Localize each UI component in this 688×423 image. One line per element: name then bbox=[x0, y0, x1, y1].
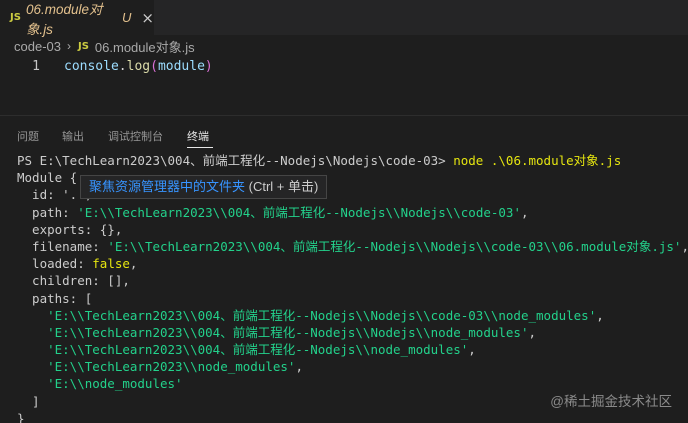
terminal-string: 'E:\\TechLearn2023\\004、前端工程化--Nodejs\\N… bbox=[17, 324, 529, 340]
terminal-comma: , bbox=[520, 204, 529, 220]
code-token-dot: . bbox=[118, 59, 127, 74]
tab-terminal[interactable]: 终端 bbox=[187, 128, 209, 144]
watermark: @稀土掘金技术社区 bbox=[550, 394, 672, 409]
tab-debug-console[interactable]: 调试控制台 bbox=[108, 128, 163, 144]
bottom-panel: 问题 输出 调试控制台 终端 PS E:\TechLearn2023\004、前… bbox=[0, 115, 688, 423]
terminal-line: PS E:\TechLearn2023\004、前端工程化--Nodejs\No… bbox=[17, 152, 688, 169]
editor-tab-bar: JS 06.module对象.js U × bbox=[0, 0, 688, 37]
terminal-line: 'E:\\TechLearn2023\\node_modules', bbox=[17, 358, 688, 375]
javascript-file-icon: JS bbox=[10, 12, 21, 23]
terminal-string: 'E:\\TechLearn2023\\004、前端工程化--Nodejs\\N… bbox=[107, 238, 682, 254]
code-content: console.log(module) bbox=[64, 57, 213, 76]
terminal-comma: , bbox=[295, 359, 303, 375]
terminal-line: children: [], bbox=[17, 273, 130, 289]
terminal-string: 'E:\\TechLearn2023\\node_modules' bbox=[17, 359, 296, 375]
code-token-close-paren: ) bbox=[204, 59, 213, 74]
line-number: 1 bbox=[32, 59, 40, 74]
code-token-method: log bbox=[126, 59, 151, 74]
breadcrumb: code-03 › JS 06.module对象.js bbox=[0, 35, 688, 57]
tab-problems[interactable]: 问题 bbox=[17, 128, 39, 144]
code-line[interactable]: 1 console.log(module) bbox=[0, 57, 688, 76]
terminal-key: path: bbox=[17, 204, 78, 220]
tab-06-module-js[interactable]: JS 06.module对象.js U × bbox=[0, 0, 154, 37]
terminal-comma: , bbox=[129, 256, 138, 272]
terminal-boolean: false bbox=[92, 256, 130, 272]
code-token-arg: module bbox=[157, 59, 205, 74]
panel-tabs: 问题 输出 调试控制台 终端 bbox=[0, 116, 688, 151]
breadcrumb-file[interactable]: 06.module对象.js bbox=[95, 37, 195, 56]
terminal-comma: , bbox=[681, 239, 688, 254]
code-token-object: console bbox=[64, 59, 119, 74]
terminal-line: 'E:\\TechLearn2023\\004、前端工程化--Nodejs\\N… bbox=[17, 307, 688, 324]
hover-tooltip: 聚焦资源管理器中的文件夹 (Ctrl + 单击) bbox=[80, 175, 328, 199]
tab-title: 06.module对象.js bbox=[25, 1, 103, 37]
terminal-line: } bbox=[17, 410, 25, 423]
terminal-line: path: 'E:\\TechLearn2023\\004、前端工程化--Nod… bbox=[17, 204, 688, 221]
terminal-prompt: PS E:\TechLearn2023\004、前端工程化--Nodejs\No… bbox=[17, 153, 454, 168]
tooltip-shortcut-hint: (Ctrl + 单击) bbox=[245, 179, 319, 194]
javascript-file-icon: JS bbox=[77, 40, 89, 52]
chevron-right-icon: › bbox=[66, 39, 71, 53]
breadcrumb-folder[interactable]: code-03 bbox=[14, 39, 61, 54]
active-tab-indicator bbox=[187, 147, 213, 148]
terminal-key: loaded: bbox=[17, 256, 93, 272]
terminal-comma: , bbox=[528, 324, 537, 340]
terminal-line: loaded: false, bbox=[17, 255, 688, 272]
untracked-marker: U bbox=[122, 10, 132, 25]
terminal-line: exports: {}, bbox=[17, 221, 123, 237]
terminal-comma: , bbox=[596, 307, 604, 323]
focus-folder-link[interactable]: 聚焦资源管理器中的文件夹 bbox=[89, 179, 245, 194]
terminal-command: node .\06.module对象.js bbox=[453, 153, 622, 168]
tab-output[interactable]: 输出 bbox=[62, 128, 84, 144]
terminal-line: 'E:\\TechLearn2023\\004、前端工程化--Nodejs\\n… bbox=[17, 341, 688, 358]
terminal-line: filename: 'E:\\TechLearn2023\\004、前端工程化-… bbox=[17, 238, 688, 255]
terminal-key: filename: bbox=[17, 238, 108, 254]
terminal-string: 'E:\\TechLearn2023\\004、前端工程化--Nodejs\\n… bbox=[17, 342, 469, 358]
terminal-string: 'E:\\TechLearn2023\\004、前端工程化--Nodejs\\N… bbox=[17, 307, 597, 323]
terminal-string: 'E:\\TechLearn2023\\004、前端工程化--Nodejs\\N… bbox=[77, 204, 521, 220]
code-editor[interactable]: 1 console.log(module) bbox=[0, 57, 688, 115]
terminal-comma: , bbox=[468, 342, 476, 358]
terminal-line: paths: [ bbox=[17, 290, 93, 306]
code-token-open-paren: ( bbox=[150, 59, 158, 74]
close-icon[interactable]: × bbox=[141, 9, 154, 27]
terminal-line: 'E:\\TechLearn2023\\004、前端工程化--Nodejs\\N… bbox=[17, 324, 688, 341]
